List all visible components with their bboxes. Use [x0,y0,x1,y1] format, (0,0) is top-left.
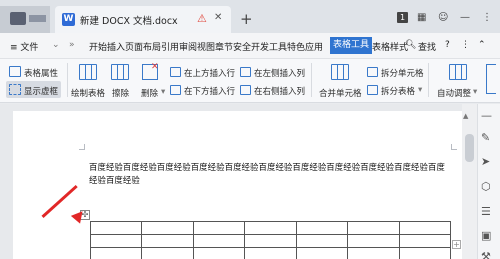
auto-fit-icon [449,64,467,80]
table-cell[interactable] [398,247,452,259]
image-icon[interactable]: ▣ [481,229,491,242]
table-cell[interactable] [398,234,452,248]
draw-table-icon [79,64,97,80]
split-table-button[interactable]: 拆分表格 [381,85,415,97]
app-logo-icon [10,12,26,25]
table-properties-button[interactable]: 表格属性 [24,67,58,79]
table-row[interactable] [89,247,452,259]
auto-fit-button[interactable]: 自动调整 [437,87,471,99]
table-cell[interactable] [192,221,246,235]
split-table-icon [367,85,378,95]
table-cell[interactable] [347,234,400,248]
insert-col-left-button[interactable]: 在左侧插入列 [254,67,305,79]
more-icon[interactable]: ⋮ [482,12,492,23]
delete-x-icon: ✕ [151,62,159,72]
table-cell[interactable] [89,234,143,248]
tab-close-icon[interactable]: ✕ [214,12,222,23]
insert-above-icon [170,67,181,77]
insert-left-icon [240,67,251,77]
scroll-up-icon[interactable]: ▲ [463,112,468,120]
insert-below-icon [170,85,181,95]
merge-cells-button[interactable]: 合并单元格 [319,87,362,99]
margin-corner-mark [79,144,85,150]
table-cell[interactable] [141,234,194,248]
draw-table-button[interactable]: 绘制表格 [71,87,105,99]
ribbon-divider [67,63,68,97]
file-menu[interactable]: ≡ 文件 [10,40,38,53]
scrollbar-thumb[interactable] [465,134,474,162]
table-cell[interactable] [295,234,349,248]
vertical-scrollbar[interactable] [462,104,477,259]
split-table-dropdown-icon[interactable]: ▾ [418,85,422,95]
table-cell[interactable] [192,234,246,248]
eraser-icon [111,64,129,80]
table-cell[interactable] [192,247,246,259]
show-grid-button[interactable]: 显示虚框 [24,85,58,97]
cursor-icon[interactable]: ➤ [481,155,490,168]
split-cell-icon [367,67,378,77]
table-cell[interactable] [244,221,297,235]
home-tab-label-blurred [29,15,46,22]
warning-icon[interactable]: ⚠ [197,12,207,25]
ribbon-divider [428,63,429,97]
split-cell-button[interactable]: 拆分单元格 [381,67,424,79]
collapse-ribbon-icon[interactable]: ⌃ [478,40,486,50]
table-properties-icon [9,66,21,77]
search-label[interactable]: 查找 [418,40,436,53]
table-cell[interactable] [295,247,349,259]
table-cell[interactable] [89,221,143,235]
margin-corner-mark [451,144,457,150]
document-table[interactable] [89,221,452,259]
insert-col-right-button[interactable]: 在右侧插入列 [254,85,305,97]
window-count-badge[interactable]: 1 [397,12,408,23]
collapse-arrow: ⌄ [52,40,60,50]
table-cell[interactable] [244,234,297,248]
delete-dropdown-icon[interactable]: ▾ [161,87,165,97]
minimize-icon[interactable]: — [460,12,470,23]
tab-table-style[interactable]: 表格样式 [372,40,408,53]
table-cell[interactable] [141,221,194,235]
table-cell[interactable] [347,247,400,259]
insert-row-above-button[interactable]: 在上方插入行 [184,67,235,79]
body-paragraph[interactable]: 百度经验百度经验百度经验百度经验百度经验百度经验百度经验百度经验百度经验百度经验… [89,161,449,187]
table-cell[interactable] [141,247,194,259]
word-doc-icon: W [62,13,75,26]
erase-button[interactable]: 擦除 [112,87,129,99]
table-cell[interactable] [244,247,297,259]
help-icon[interactable]: ? [445,40,450,50]
table-row[interactable] [89,221,452,235]
table-cell[interactable] [347,221,400,235]
pen-icon[interactable]: ✎ [481,131,490,144]
document-title[interactable]: 新建 DOCX 文档.docx [80,13,178,27]
delete-button[interactable]: 删除 [141,87,158,99]
ribbon-divider [311,63,312,97]
tab-table-tools[interactable]: 表格工具 [330,37,373,54]
grid-lines-icon [9,84,21,95]
next-group-icon [486,64,496,94]
collapse-sidebar-icon[interactable]: — [481,109,492,122]
table-cell[interactable] [89,247,143,259]
table-cell[interactable] [398,221,452,235]
insert-right-icon [240,85,251,95]
table-row[interactable] [89,234,452,248]
settings-sliders-icon[interactable]: ☰ [481,205,491,218]
layout-icon[interactable]: ▦ [417,12,426,23]
merge-cells-icon [331,64,349,80]
table-cell[interactable] [295,221,349,235]
search-icon[interactable]: 🔍︎ [405,40,416,50]
insert-row-below-button[interactable]: 在下方插入行 [184,85,235,97]
auto-fit-dropdown-icon[interactable]: ▾ [473,87,477,97]
ribbon-tabs[interactable]: 开始插入页面布局引用审阅视图章节安全开发工具特色应用 [89,40,323,53]
more-menu-icon[interactable]: ⋮ [461,40,470,50]
expand-icon[interactable]: » [69,40,75,50]
shapes-icon[interactable]: ⬡ [481,180,491,193]
user-icon[interactable]: ☺ [438,12,448,23]
add-row-icon[interactable]: + [452,240,461,249]
tools-icon[interactable]: ⚒ [481,250,491,259]
new-tab-icon[interactable]: + [240,10,253,28]
